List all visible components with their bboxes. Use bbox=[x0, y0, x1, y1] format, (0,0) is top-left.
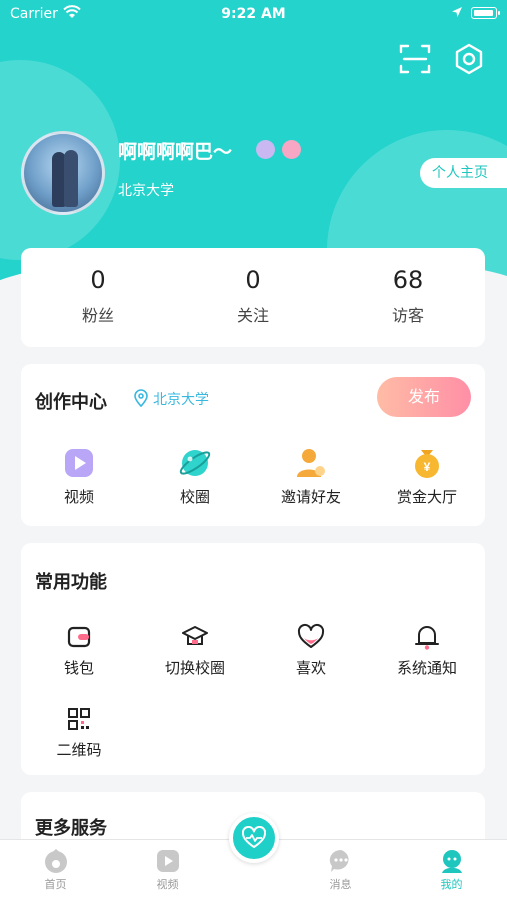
function-item-label: 二维码 bbox=[56, 741, 102, 759]
creation-center-card: 创作中心 北京大学 发布 视频 校圈 邀请好友 ¥ 赏金大厅 bbox=[21, 364, 485, 526]
function-item-qr-code[interactable]: 二维码 bbox=[21, 705, 137, 760]
username: 啊啊啊啊巴～ bbox=[118, 141, 233, 163]
profile-school: 北京大学 bbox=[118, 183, 174, 199]
function-item-label: 喜欢 bbox=[295, 659, 326, 677]
creation-item-label: 邀请好友 bbox=[280, 488, 341, 506]
message-icon bbox=[329, 849, 349, 872]
battery-icon bbox=[471, 7, 500, 19]
graduation-cap-icon bbox=[182, 626, 208, 645]
stat-label: 关注 bbox=[236, 306, 269, 325]
stat-visitors[interactable]: 68 访客 bbox=[331, 248, 485, 326]
invite-user-icon bbox=[297, 449, 325, 477]
location-pin-icon bbox=[134, 389, 148, 407]
stat-value: 0 bbox=[245, 266, 261, 294]
common-functions-card: 常用功能 钱包 切换校圈 喜欢 系统通知 二维码 bbox=[21, 543, 485, 775]
tab-label: 消息 bbox=[329, 878, 352, 891]
section-title: 常用功能 bbox=[35, 572, 107, 593]
creation-item-invite-friends[interactable]: 邀请好友 bbox=[253, 446, 369, 507]
creation-school-label[interactable]: 北京大学 bbox=[153, 389, 209, 409]
publish-button[interactable]: 发布 bbox=[377, 377, 471, 417]
svg-text:¥: ¥ bbox=[424, 460, 431, 474]
creation-item-bounty-hall[interactable]: ¥ 赏金大厅 bbox=[369, 446, 485, 507]
function-item-label: 切换校圈 bbox=[164, 659, 225, 677]
stats-card: 0 粉丝 0 关注 68 访客 bbox=[21, 248, 485, 347]
tab-video[interactable]: 视频 bbox=[117, 840, 218, 892]
creation-item-campus-circle[interactable]: 校圈 bbox=[137, 446, 253, 507]
bounty-money-bag-icon: ¥ bbox=[415, 450, 439, 478]
scan-icon[interactable] bbox=[398, 42, 432, 76]
stat-followers[interactable]: 0 粉丝 bbox=[21, 248, 175, 326]
gender-badge-icon bbox=[282, 140, 301, 159]
tab-label: 我的 bbox=[440, 878, 463, 891]
personal-homepage-button[interactable]: 个人主页 bbox=[420, 158, 507, 188]
clock: 9:22 AM bbox=[221, 6, 286, 22]
creation-item-label: 校圈 bbox=[179, 488, 210, 506]
creation-item-label: 赏金大厅 bbox=[396, 488, 457, 506]
bell-icon bbox=[415, 626, 439, 650]
tab-home[interactable]: 首页 bbox=[5, 840, 106, 892]
qr-code-icon bbox=[68, 708, 90, 730]
profile-icon bbox=[441, 850, 462, 873]
tab-messages[interactable]: 消息 bbox=[290, 840, 391, 892]
section-title: 创作中心 bbox=[35, 392, 107, 413]
function-item-wallet[interactable]: 钱包 bbox=[21, 623, 137, 678]
avatar[interactable] bbox=[21, 131, 105, 215]
creation-item-video[interactable]: 视频 bbox=[21, 446, 137, 507]
function-item-label: 系统通知 bbox=[396, 659, 457, 677]
stat-value: 68 bbox=[392, 266, 424, 294]
stat-value: 0 bbox=[90, 266, 106, 294]
tab-me[interactable]: 我的 bbox=[401, 840, 502, 892]
function-item-label: 钱包 bbox=[63, 659, 94, 677]
function-item-system-notifications[interactable]: 系统通知 bbox=[369, 623, 485, 678]
section-title: 更多服务 bbox=[35, 818, 107, 839]
stat-label: 粉丝 bbox=[81, 306, 114, 325]
settings-icon[interactable] bbox=[452, 42, 486, 76]
stat-following[interactable]: 0 关注 bbox=[176, 248, 330, 326]
heart-icon bbox=[297, 623, 325, 648]
video-icon bbox=[65, 449, 93, 477]
tab-label: 视频 bbox=[156, 878, 179, 891]
verified-user-badge-icon bbox=[256, 140, 275, 159]
tab-label: 首页 bbox=[44, 878, 67, 891]
location-arrow-icon bbox=[452, 7, 462, 17]
function-item-likes[interactable]: 喜欢 bbox=[253, 623, 369, 678]
function-item-switch-campus[interactable]: 切换校圈 bbox=[137, 623, 253, 678]
stat-label: 访客 bbox=[391, 306, 424, 325]
status-bar: Carrier 9:22 AM bbox=[0, 0, 507, 28]
home-icon bbox=[44, 848, 67, 873]
video-tab-icon bbox=[156, 850, 179, 872]
heart-pulse-icon bbox=[242, 826, 266, 848]
wallet-icon bbox=[67, 626, 91, 648]
planet-icon bbox=[179, 450, 211, 476]
creation-item-label: 视频 bbox=[63, 488, 94, 506]
center-action-button[interactable] bbox=[229, 813, 279, 863]
